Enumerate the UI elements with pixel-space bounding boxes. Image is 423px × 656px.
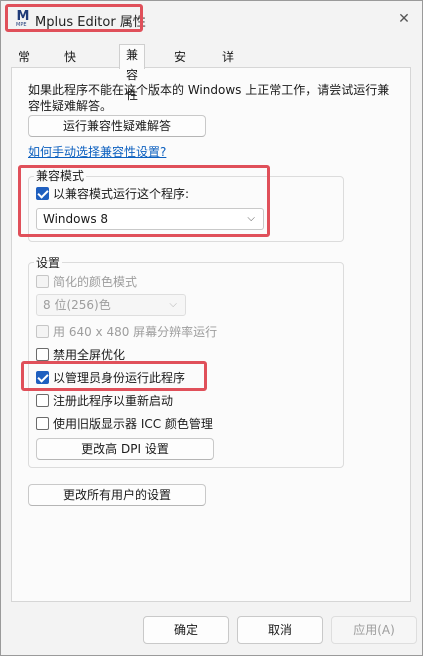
compat-mode-checkbox[interactable]: [36, 186, 49, 200]
disable-fullscreen-label: 禁用全屏优化: [53, 347, 126, 362]
reduced-color-row: 简化的颜色模式: [36, 272, 137, 290]
compat-mode-row[interactable]: 以兼容模式运行这个程序:: [36, 184, 189, 202]
color-depth-value: 8 位(256)色: [43, 298, 111, 312]
reduced-color-label: 简化的颜色模式: [53, 274, 138, 289]
close-icon[interactable]: ✕: [396, 11, 412, 27]
compat-mode-checkbox-label: 以兼容模式运行这个程序:: [53, 186, 190, 201]
compatibility-panel: 如果此程序不能在这个版本的 Windows 上正常工作，请尝试运行兼容性疑难解答…: [11, 67, 411, 602]
chevron-down-icon: ⌵: [169, 299, 177, 310]
register-restart-label: 注册此程序以重新启动: [53, 393, 174, 408]
disable-fullscreen-row[interactable]: 禁用全屏优化: [36, 345, 125, 363]
intro-text: 如果此程序不能在这个版本的 Windows 上正常工作，请尝试运行兼容性疑难解答…: [28, 83, 390, 113]
run-as-admin-row[interactable]: 以管理员身份运行此程序: [36, 368, 185, 386]
high-dpi-button[interactable]: 更改高 DPI 设置: [36, 438, 214, 460]
os-version-select[interactable]: Windows 8 ⌵: [36, 208, 264, 230]
run-as-admin-checkbox[interactable]: [36, 370, 49, 384]
os-version-value: Windows 8: [43, 212, 109, 226]
manual-settings-link[interactable]: 如何手动选择兼容性设置?: [28, 143, 166, 160]
disable-fullscreen-checkbox[interactable]: [36, 347, 49, 361]
troubleshoot-button[interactable]: 运行兼容性疑难解答: [28, 115, 206, 137]
run-as-admin-label: 以管理员身份运行此程序: [53, 370, 186, 385]
tab-compatibility[interactable]: 兼容性: [119, 44, 146, 102]
legacy-icc-label: 使用旧版显示器 ICC 颜色管理: [53, 416, 213, 431]
legacy-icc-checkbox[interactable]: [36, 416, 49, 430]
tab-details[interactable]: 详细信息: [215, 46, 241, 124]
app-icon-caption: MPE: [16, 22, 27, 28]
legacy-icc-row[interactable]: 使用旧版显示器 ICC 颜色管理: [36, 414, 213, 432]
chevron-down-icon: ⌵: [247, 213, 255, 224]
color-depth-select: 8 位(256)色 ⌵: [36, 294, 186, 316]
ok-button[interactable]: 确定: [143, 616, 229, 644]
reduced-color-checkbox: [36, 274, 49, 288]
compat-mode-label: 兼容模式: [34, 167, 87, 184]
apply-button[interactable]: 应用(A): [331, 616, 417, 644]
title-bar[interactable]: M MPE Mplus Editor 属性 ✕: [1, 1, 422, 37]
all-users-button[interactable]: 更改所有用户的设置: [28, 484, 206, 506]
mplus-app-icon: M MPE: [16, 9, 30, 28]
resolution-checkbox: [36, 324, 49, 338]
register-restart-checkbox[interactable]: [36, 393, 49, 407]
tab-security[interactable]: 安全: [167, 46, 193, 84]
tab-general[interactable]: 常规: [11, 46, 37, 84]
tab-shortcut[interactable]: 快捷方式: [57, 46, 83, 124]
properties-dialog: M MPE Mplus Editor 属性 ✕ 常规 快捷方式 兼容性 安全 详…: [0, 0, 423, 656]
register-restart-row[interactable]: 注册此程序以重新启动: [36, 391, 173, 409]
resolution-label: 用 640 x 480 屏幕分辨率运行: [53, 324, 218, 339]
cancel-button[interactable]: 取消: [237, 616, 323, 644]
resolution-row: 用 640 x 480 屏幕分辨率运行: [36, 322, 217, 340]
settings-label: 设置: [34, 254, 63, 271]
window-title: Mplus Editor 属性: [35, 15, 146, 30]
